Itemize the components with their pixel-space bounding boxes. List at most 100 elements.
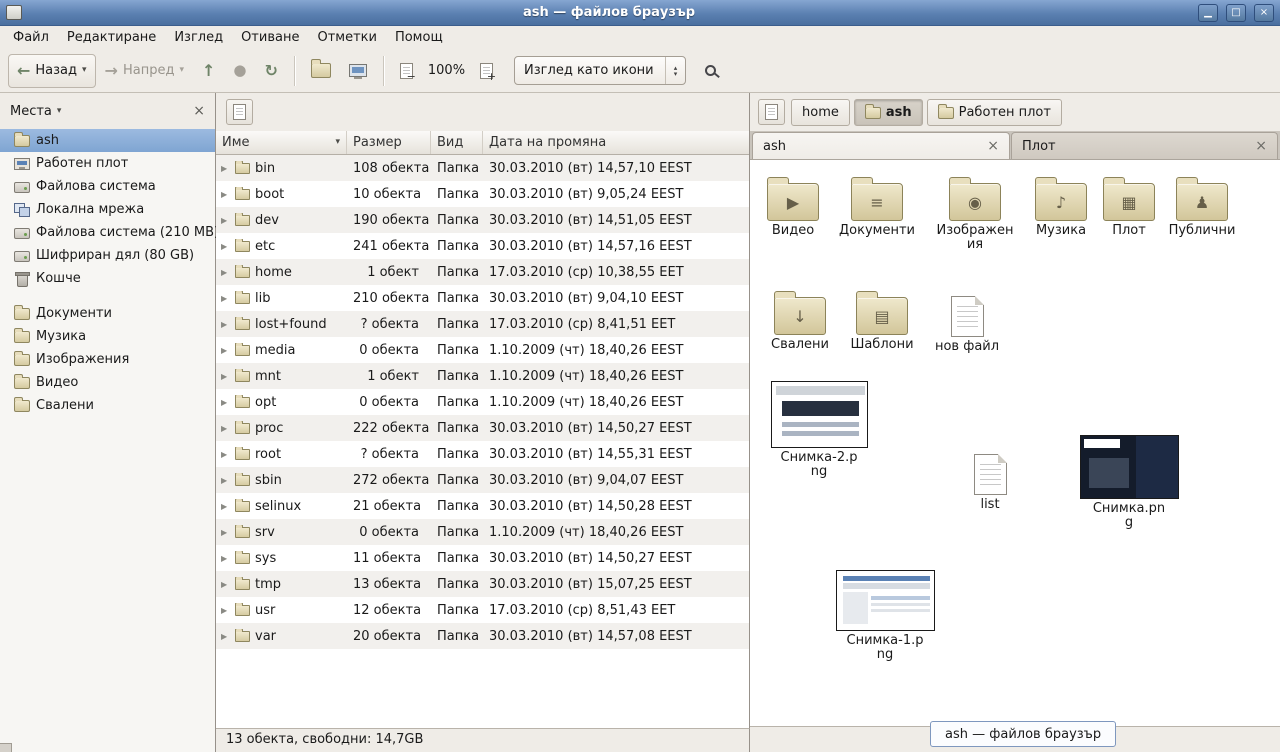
tab-close-icon[interactable]: × [987, 139, 999, 153]
table-row[interactable]: ▶ boot 10 обекта Папка 30.03.2010 (вт) 9… [216, 181, 749, 207]
file-item[interactable]: ▶ Видео [751, 176, 835, 238]
search-button[interactable] [696, 54, 725, 88]
expander-icon[interactable]: ▶ [221, 294, 232, 303]
sidebar-item[interactable]: Файлова система (210 MB) [0, 221, 215, 244]
places-caret-icon[interactable]: ▾ [57, 107, 62, 116]
sort-indicator-icon[interactable]: ▾ [335, 138, 340, 147]
table-row[interactable]: ▶ etc 241 обекта Папка 30.03.2010 (вт) 1… [216, 233, 749, 259]
close-button[interactable]: × [1254, 4, 1274, 22]
path-button[interactable]: home [791, 99, 850, 126]
up-button[interactable]: ↑ [193, 54, 224, 88]
path-button[interactable]: Работен плот [927, 99, 1062, 126]
expander-icon[interactable]: ▶ [221, 190, 232, 199]
expander-icon[interactable]: ▶ [221, 216, 232, 225]
expander-icon[interactable]: ▶ [221, 242, 232, 251]
column-header-name[interactable]: Име ▾ [216, 131, 347, 154]
table-row[interactable]: ▶ srv 0 обекта Папка 1.10.2009 (чт) 18,4… [216, 519, 749, 545]
file-item[interactable]: ↓ Свалени [758, 290, 842, 352]
minimize-button[interactable]: ▁ [1198, 4, 1218, 22]
sidebar-item[interactable]: ash [0, 129, 215, 152]
table-row[interactable]: ▶ sbin 272 обекта Папка 30.03.2010 (вт) … [216, 467, 749, 493]
file-item[interactable]: ▤ Шаблони [840, 290, 924, 352]
table-row[interactable]: ▶ tmp 13 обекта Папка 30.03.2010 (вт) 15… [216, 571, 749, 597]
table-row[interactable]: ▶ selinux 21 обекта Папка 30.03.2010 (вт… [216, 493, 749, 519]
table-row[interactable]: ▶ dev 190 обекта Папка 30.03.2010 (вт) 1… [216, 207, 749, 233]
expander-icon[interactable]: ▶ [221, 346, 232, 355]
table-row[interactable]: ▶ mnt 1 обект Папка 1.10.2009 (чт) 18,40… [216, 363, 749, 389]
back-dropdown-icon[interactable]: ▾ [82, 66, 87, 75]
table-row[interactable]: ▶ lost+found ? обекта Папка 17.03.2010 (… [216, 311, 749, 337]
expander-icon[interactable]: ▶ [221, 580, 232, 589]
file-item[interactable]: нов файл [925, 290, 1009, 354]
table-row[interactable]: ▶ opt 0 обекта Папка 1.10.2009 (чт) 18,4… [216, 389, 749, 415]
reload-button[interactable]: ↻ [255, 54, 286, 88]
table-row[interactable]: ▶ root ? обекта Папка 30.03.2010 (вт) 14… [216, 441, 749, 467]
file-item[interactable]: ▦ Плот [1087, 176, 1171, 238]
sidebar-item[interactable]: Изображения [0, 348, 215, 371]
expander-icon[interactable]: ▶ [221, 450, 232, 459]
file-item[interactable]: ♟ Публични [1160, 176, 1244, 238]
expander-icon[interactable]: ▶ [221, 632, 232, 641]
sidebar-item[interactable]: Шифриран дял (80 GB) [0, 244, 215, 267]
expander-icon[interactable]: ▶ [221, 268, 232, 277]
menu-item[interactable]: Файл [4, 26, 58, 49]
forward-button[interactable]: → Напред ▾ [96, 54, 193, 88]
column-header-type[interactable]: Вид [431, 131, 483, 154]
column-header-date[interactable]: Дата на промяна [483, 131, 749, 154]
table-row[interactable]: ▶ home 1 обект Папка 17.03.2010 (ср) 10,… [216, 259, 749, 285]
menu-item[interactable]: Изглед [165, 26, 232, 49]
tab[interactable]: ash × [752, 132, 1010, 159]
zoom-out-button[interactable] [391, 54, 422, 88]
table-row[interactable]: ▶ sys 11 обекта Папка 30.03.2010 (вт) 14… [216, 545, 749, 571]
menu-item[interactable]: Редактиране [58, 26, 165, 49]
table-row[interactable]: ▶ proc 222 обекта Папка 30.03.2010 (вт) … [216, 415, 749, 441]
file-item[interactable]: ≡ Документи [835, 176, 919, 238]
sidebar-item[interactable]: Видео [0, 371, 215, 394]
view-mode-select[interactable]: Изглед като икони ▴ ▾ [514, 56, 686, 85]
table-row[interactable]: ▶ var 20 обекта Папка 30.03.2010 (вт) 14… [216, 623, 749, 649]
combo-spinner-icon[interactable]: ▴ ▾ [665, 57, 685, 84]
home-button[interactable] [302, 54, 340, 88]
expander-icon[interactable]: ▶ [221, 320, 232, 329]
file-item[interactable]: Снимка.png [1076, 433, 1182, 530]
path-button[interactable]: ash [854, 99, 923, 126]
location-toggle-button[interactable] [226, 99, 253, 125]
file-item[interactable]: Снимка-1.png [832, 568, 938, 662]
zoom-in-button[interactable] [471, 54, 502, 88]
expander-icon[interactable]: ▶ [221, 606, 232, 615]
sidebar-item[interactable]: Работен плот [0, 152, 215, 175]
column-header-size[interactable]: Размер [347, 131, 431, 154]
sidebar-item[interactable]: Музика [0, 325, 215, 348]
expander-icon[interactable]: ▶ [221, 502, 232, 511]
table-row[interactable]: ▶ lib 210 обекта Папка 30.03.2010 (вт) 9… [216, 285, 749, 311]
menu-item[interactable]: Отметки [308, 26, 385, 49]
pathbar-toggle-button[interactable] [758, 99, 785, 125]
sidebar-item[interactable]: Документи [0, 302, 215, 325]
stop-button[interactable]: ● [224, 54, 255, 88]
sidebar-item[interactable]: Локална мрежа [0, 198, 215, 221]
expander-icon[interactable]: ▶ [221, 372, 232, 381]
sidebar-item[interactable]: Кошче [0, 267, 215, 290]
maximize-button[interactable]: □ [1226, 4, 1246, 22]
menu-item[interactable]: Отиване [232, 26, 308, 49]
expander-icon[interactable]: ▶ [221, 476, 232, 485]
sidebar-item[interactable]: Файлова система [0, 175, 215, 198]
file-item[interactable]: Снимка-2.png [767, 379, 871, 479]
sidebar-item[interactable] [0, 290, 215, 302]
expander-icon[interactable]: ▶ [221, 554, 232, 563]
computer-button[interactable] [340, 54, 376, 88]
back-button[interactable]: ← Назад ▾ [8, 54, 96, 88]
table-row[interactable]: ▶ usr 12 обекта Папка 17.03.2010 (ср) 8,… [216, 597, 749, 623]
table-row[interactable]: ▶ bin 108 обекта Папка 30.03.2010 (вт) 1… [216, 155, 749, 181]
file-item[interactable]: list [948, 448, 1032, 512]
menu-item[interactable]: Помощ [386, 26, 452, 49]
table-row[interactable]: ▶ media 0 обекта Папка 1.10.2009 (чт) 18… [216, 337, 749, 363]
expander-icon[interactable]: ▶ [221, 398, 232, 407]
expander-icon[interactable]: ▶ [221, 424, 232, 433]
tab[interactable]: Плот × [1011, 132, 1278, 159]
places-close-icon[interactable]: × [193, 104, 205, 118]
expander-icon[interactable]: ▶ [221, 528, 232, 537]
tab-close-icon[interactable]: × [1255, 139, 1267, 153]
sidebar-item[interactable]: Свалени [0, 394, 215, 417]
file-item[interactable]: ◉ Изображения [935, 176, 1015, 252]
